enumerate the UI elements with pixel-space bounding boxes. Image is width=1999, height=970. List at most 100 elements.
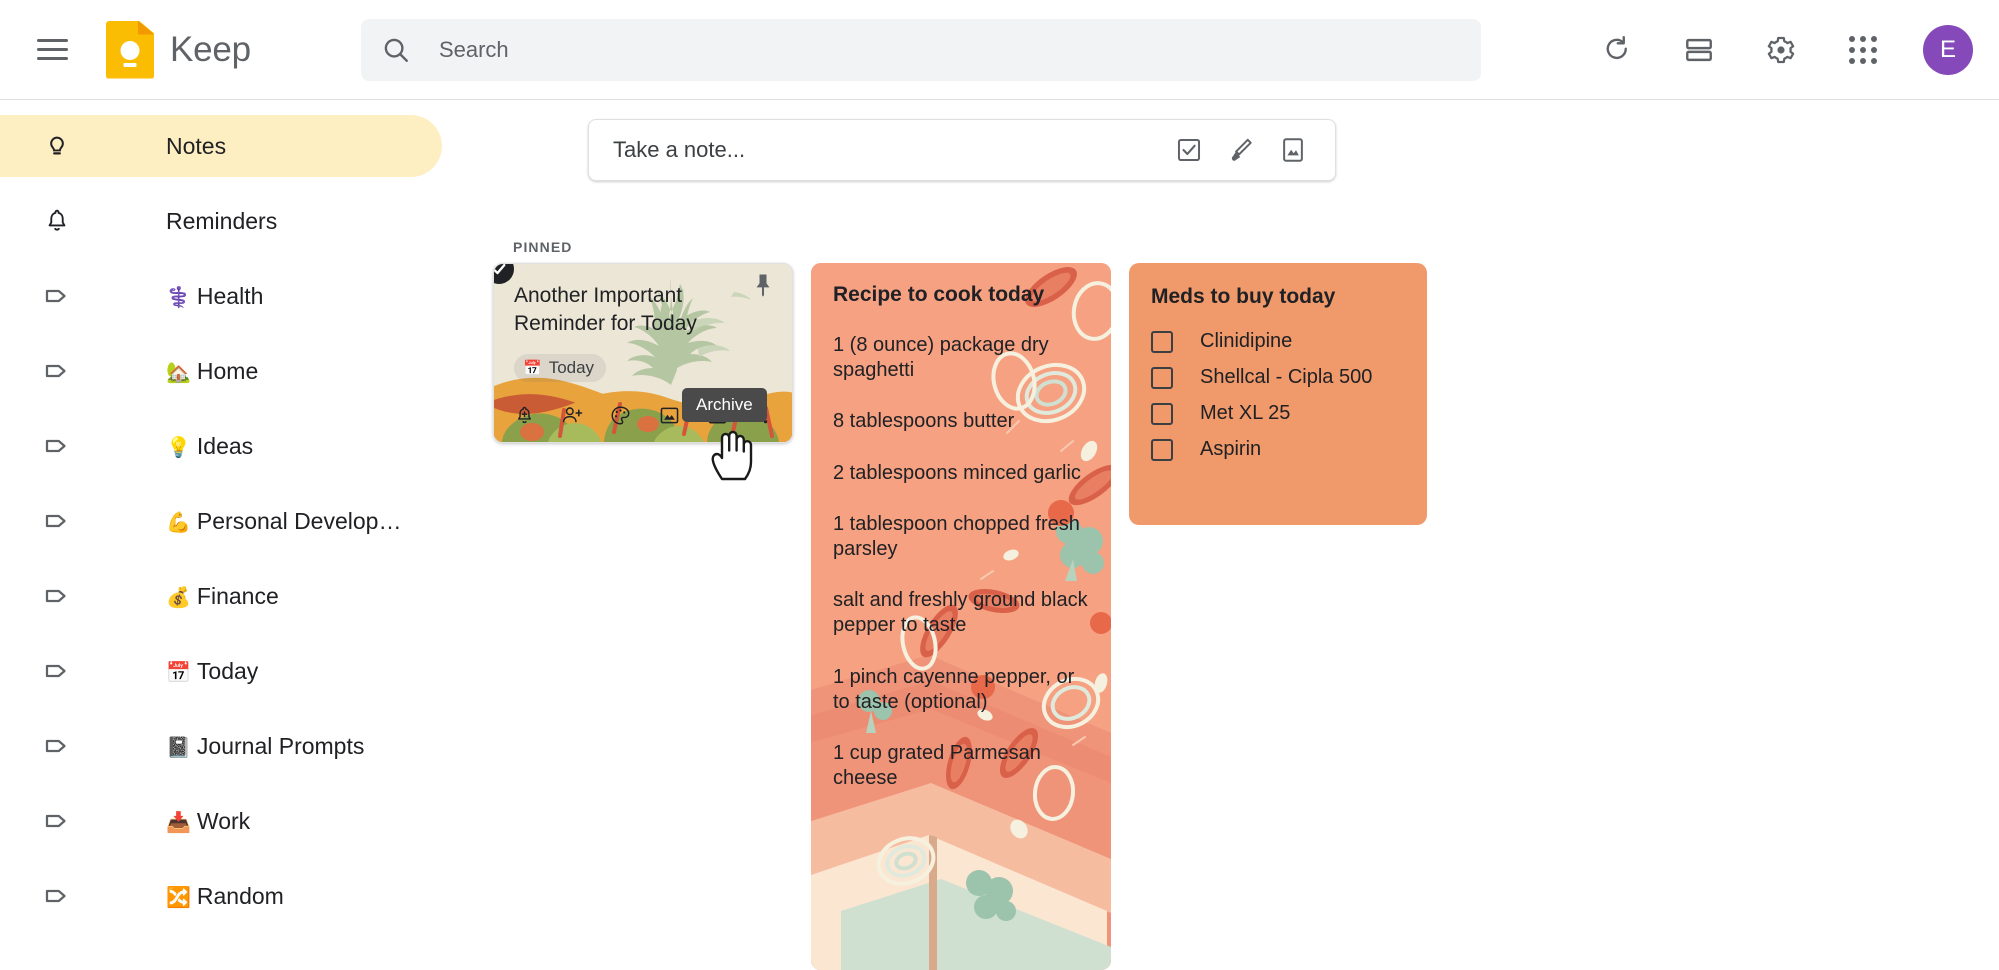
reminder-chip-label: Today <box>548 358 595 378</box>
bell-icon <box>40 207 74 235</box>
sidebar-item-notes[interactable]: Notes <box>0 115 442 177</box>
label-text: Work <box>196 807 251 834</box>
meds-checklist: Clinidipine Shellcal - Cipla 500 Met XL … <box>1129 309 1427 461</box>
sidebar-item-label: 📓 Journal Prompts <box>166 733 364 760</box>
refresh-button[interactable] <box>1587 20 1647 80</box>
settings-button[interactable] <box>1751 20 1811 80</box>
sidebar-item-label: Reminders <box>166 207 278 234</box>
sidebar-item-label: 💰 Finance <box>166 583 279 610</box>
list-item: 1 pinch cayenne pepper, or to taste (opt… <box>833 665 1075 713</box>
sidebar-item-health[interactable]: ⚕️ Health <box>0 265 442 327</box>
calendar-emoji-icon: 📅 <box>523 360 542 378</box>
checklist-item[interactable]: Shellcal - Cipla 500 <box>1151 366 1407 389</box>
list-item: 1 tablespoon chopped fresh parsley <box>833 512 1080 560</box>
sidebar-item-label: 💡 Ideas <box>166 433 253 460</box>
label-text: Personal Development/H… <box>196 507 416 534</box>
label-emoji: 📥 <box>166 811 191 834</box>
remind-me-icon[interactable] <box>506 396 542 434</box>
take-a-note-bar[interactable]: Take a note... <box>588 119 1336 181</box>
note-title: Meds to buy today <box>1151 285 1336 308</box>
note-card-meds[interactable]: Meds to buy today Clinidipine Shellcal -… <box>1129 263 1427 525</box>
pin-icon[interactable] <box>748 270 778 305</box>
refresh-icon <box>1606 35 1627 59</box>
checkbox-icon[interactable] <box>1151 402 1173 425</box>
note-card-recipe[interactable]: Recipe to cook today 1 (8 ounce) package… <box>811 263 1111 970</box>
sidebar-item-label: 📅 Today <box>166 658 258 685</box>
sidebar-item-label: Notes <box>166 132 227 159</box>
search-input[interactable] <box>438 36 1461 63</box>
take-a-note-placeholder[interactable]: Take a note... <box>613 137 1163 163</box>
sidebar-item-random[interactable]: 🔀 Random <box>0 865 442 927</box>
bulb-icon <box>40 132 74 160</box>
new-list-button[interactable] <box>1163 124 1215 176</box>
palette-icon[interactable] <box>603 396 639 434</box>
label-icon <box>40 281 74 311</box>
sidebar-item-label: 📥 Work <box>166 808 250 835</box>
sidebar-item-finance[interactable]: 💰 Finance <box>0 565 442 627</box>
sidebar-nav: Notes Reminders ⚕️ Health 🏡 Home 💡 Ideas… <box>0 101 446 970</box>
label-emoji: 💡 <box>166 436 191 459</box>
app-title: Keep <box>170 29 251 69</box>
sidebar-item-personal-development[interactable]: 💪Personal Development/H… <box>0 490 442 552</box>
label-icon <box>40 881 74 911</box>
check-icon <box>494 264 506 275</box>
sidebar-item-reminders[interactable]: Reminders <box>0 190 442 252</box>
recipe-ingredients-list: 1 (8 ounce) package dry spaghetti 8 tabl… <box>811 333 1111 791</box>
label-icon <box>40 506 74 536</box>
top-bar-actions: E <box>1565 20 1999 80</box>
reminder-chip[interactable]: 📅 Today <box>514 354 607 383</box>
apps-grid-icon <box>1849 35 1877 64</box>
brush-icon <box>1231 138 1252 161</box>
collaborator-icon[interactable] <box>554 396 590 434</box>
sidebar-item-work[interactable]: 📥 Work <box>0 790 442 852</box>
sidebar-item-home[interactable]: 🏡 Home <box>0 340 442 402</box>
sidebar-item-journal-prompts[interactable]: 📓 Journal Prompts <box>0 715 442 777</box>
checklist-item[interactable]: Aspirin <box>1151 438 1407 461</box>
label-icon <box>40 431 74 461</box>
sidebar-item-ideas[interactable]: 💡 Ideas <box>0 415 442 477</box>
label-icon <box>40 581 74 611</box>
search-icon <box>384 38 408 62</box>
list-view-icon <box>1686 38 1712 61</box>
sidebar-item-label: 🔀 Random <box>166 883 284 910</box>
checkbox-icon[interactable] <box>1151 438 1173 461</box>
checklist-item-label: Clinidipine <box>1200 330 1293 352</box>
checkbox-icon[interactable] <box>1151 330 1173 353</box>
label-emoji: 📓 <box>166 736 191 759</box>
image-icon <box>1283 138 1303 162</box>
archive-tooltip: Archive <box>682 388 767 422</box>
checklist-item-label: Met XL 25 <box>1200 402 1291 424</box>
new-image-note-button[interactable] <box>1267 124 1319 176</box>
note-title: Another Important Reminder for Today <box>514 284 697 336</box>
label-emoji: 🏡 <box>166 361 191 384</box>
search-bar[interactable] <box>360 18 1481 81</box>
google-apps-button[interactable] <box>1833 20 1893 80</box>
sidebar-item-label: 💪Personal Development/H… <box>166 508 416 535</box>
label-text: Ideas <box>196 432 254 459</box>
checklist-item[interactable]: Clinidipine <box>1151 330 1407 353</box>
app-brand[interactable]: Keep <box>106 20 251 79</box>
label-text: Today <box>196 657 259 684</box>
sidebar-item-today[interactable]: 📅 Today <box>0 640 442 702</box>
label-text: Random <box>196 882 284 909</box>
pinned-section-header: PINNED <box>513 239 573 255</box>
checklist-item[interactable]: Met XL 25 <box>1151 402 1407 425</box>
label-emoji: 💪 <box>166 511 191 534</box>
hamburger-icon <box>36 33 68 66</box>
label-icon <box>40 806 74 836</box>
label-emoji: 🔀 <box>166 886 191 909</box>
label-icon <box>40 656 74 686</box>
top-app-bar: Keep Search E <box>0 0 1999 100</box>
gear-icon <box>1767 36 1795 63</box>
list-item: salt and freshly ground black pepper to … <box>833 589 1088 637</box>
new-drawing-button[interactable] <box>1215 124 1267 176</box>
checkbox-icon[interactable] <box>1151 366 1173 389</box>
avatar[interactable]: E <box>1923 24 1973 75</box>
main-menu-button[interactable] <box>22 20 82 80</box>
label-text: Home <box>196 357 259 384</box>
checklist-item-label: Aspirin <box>1200 438 1262 460</box>
list-view-button[interactable] <box>1669 20 1729 80</box>
notes-main-area: Take a note... PINNED Another Important … <box>446 101 1999 970</box>
keep-logo-icon <box>106 20 154 79</box>
note-title: Recipe to cook today <box>833 283 1045 306</box>
